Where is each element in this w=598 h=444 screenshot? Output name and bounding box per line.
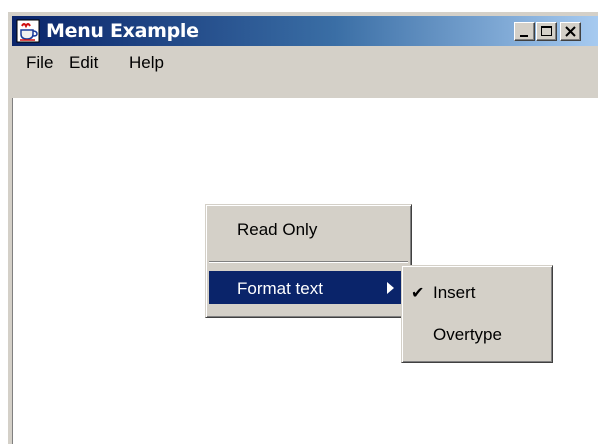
menu-item-label: Insert [433, 283, 476, 302]
menu-item-label: Overtype [433, 325, 502, 344]
context-menu: Read Only Format text [205, 204, 412, 318]
menu-separator [209, 261, 408, 263]
menu-item-insert[interactable]: ✔ Insert [405, 275, 549, 308]
maximize-icon [541, 26, 552, 36]
check-icon: ✔ [411, 285, 425, 302]
menu-bar: File Edit Help [12, 48, 598, 76]
maximize-button[interactable] [536, 22, 557, 41]
title-bar[interactable]: Menu Example [12, 16, 598, 46]
menu-item-label: Read Only [237, 220, 318, 239]
minimize-icon [520, 35, 528, 37]
window-title: Menu Example [46, 20, 199, 42]
minimize-button[interactable] [514, 22, 535, 41]
menu-item-overtype[interactable]: Overtype [405, 317, 549, 350]
menu-edit[interactable]: Edit [69, 53, 98, 73]
menu-item-format-text[interactable]: Format text [209, 271, 408, 304]
java-cup-icon[interactable] [16, 19, 40, 43]
close-button[interactable] [560, 22, 581, 41]
close-icon [565, 26, 576, 37]
submenu-arrow-icon [387, 282, 394, 294]
submenu-format-text: ✔ Insert Overtype [401, 265, 553, 363]
menu-file[interactable]: File [26, 53, 53, 73]
menu-item-read-only[interactable]: Read Only [209, 212, 408, 245]
menu-item-label: Format text [237, 279, 323, 298]
menu-help[interactable]: Help [129, 53, 164, 73]
